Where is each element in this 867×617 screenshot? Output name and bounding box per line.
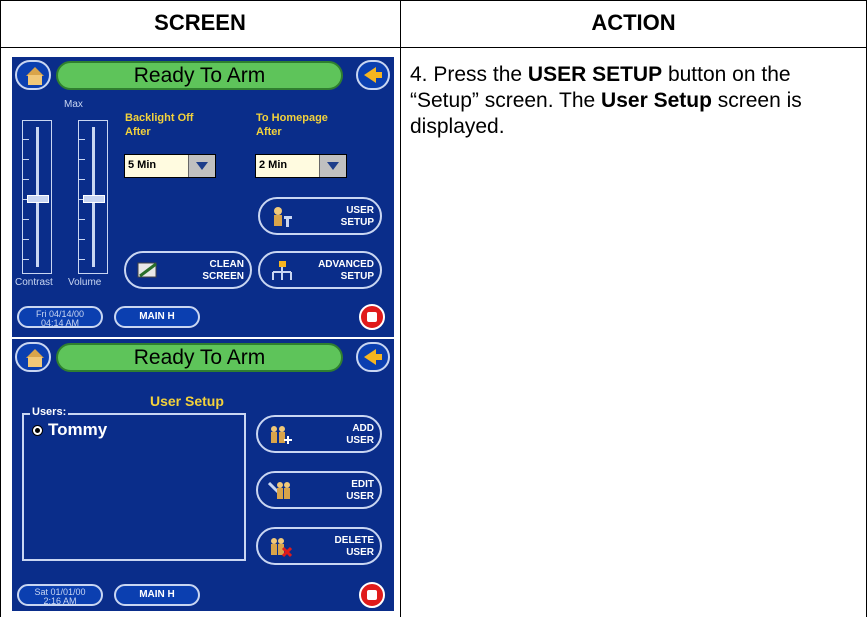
homepage-dropdown[interactable]: 2 Min — [255, 154, 347, 178]
home-button[interactable] — [15, 60, 51, 90]
action-text: 4. Press the USER SETUP button on the “S… — [410, 63, 802, 138]
delete-user-button[interactable]: DELETE USER — [256, 527, 382, 565]
max-label: Max — [64, 99, 83, 110]
setup-screen: Ready To Arm Max Contrast Volume Backlig… — [12, 57, 394, 337]
contrast-slider[interactable] — [22, 120, 52, 274]
contrast-slider-knob[interactable] — [27, 195, 49, 203]
status-bar: Ready To Arm — [56, 61, 343, 90]
main-h-button[interactable]: MAIN H — [114, 584, 200, 606]
user-setup-icon — [274, 207, 292, 227]
clean-screen-button[interactable]: CLEAN SCREEN — [124, 251, 252, 289]
user-setup-screen-term: User Setup — [601, 89, 712, 112]
back-button[interactable] — [356, 60, 390, 90]
panic-button[interactable] — [359, 304, 385, 330]
date-time-button[interactable]: Fri 04/14/00 04:14 AM — [17, 306, 103, 328]
step-number: 4. — [410, 63, 428, 86]
user-name: Tommy — [48, 420, 108, 439]
user-setup-title: User Setup — [150, 393, 224, 409]
back-button[interactable] — [356, 342, 390, 372]
volume-label: Volume — [68, 277, 102, 288]
users-legend: Users: — [30, 406, 69, 418]
header-screen: SCREEN — [154, 10, 246, 35]
contrast-label: Contrast — [15, 277, 53, 288]
backlight-label: Backlight Off After — [125, 112, 194, 138]
status-bar: Ready To Arm — [56, 343, 343, 372]
main-h-button[interactable]: MAIN H — [114, 306, 200, 328]
date-time-button[interactable]: Sat 01/01/00 2:16 AM — [17, 584, 103, 606]
volume-slider[interactable] — [78, 120, 108, 274]
clean-screen-icon — [137, 262, 157, 278]
backlight-dropdown[interactable]: 5 Min — [124, 154, 216, 178]
advanced-setup-button[interactable]: ADVANCED SETUP — [258, 251, 382, 289]
add-user-icon — [271, 426, 292, 444]
user-setup-button[interactable]: USER SETUP — [258, 197, 382, 235]
table-top-border — [0, 0, 867, 1]
homepage-label: To Homepage After — [256, 112, 328, 138]
table-header-divider — [0, 47, 867, 48]
user-radio[interactable] — [32, 425, 43, 436]
delete-user-icon — [271, 538, 292, 558]
edit-user-button[interactable]: EDIT USER — [256, 471, 382, 509]
add-user-button[interactable]: ADD USER — [256, 415, 382, 453]
network-icon — [272, 261, 292, 280]
volume-slider-knob[interactable] — [83, 195, 105, 203]
user-setup-screen: Ready To Arm User Setup Users: Tommy ADD… — [12, 339, 394, 611]
dropdown-arrow-icon[interactable] — [188, 155, 215, 177]
users-list[interactable]: Users: Tommy — [22, 406, 246, 561]
header-action: ACTION — [591, 10, 676, 35]
dropdown-arrow-icon[interactable] — [319, 155, 346, 177]
user-setup-term: USER SETUP — [527, 63, 663, 86]
table-column-divider — [400, 0, 401, 617]
home-button[interactable] — [15, 342, 51, 372]
panic-button[interactable] — [359, 582, 385, 608]
edit-user-icon — [268, 481, 290, 499]
table-left-border — [0, 0, 1, 617]
